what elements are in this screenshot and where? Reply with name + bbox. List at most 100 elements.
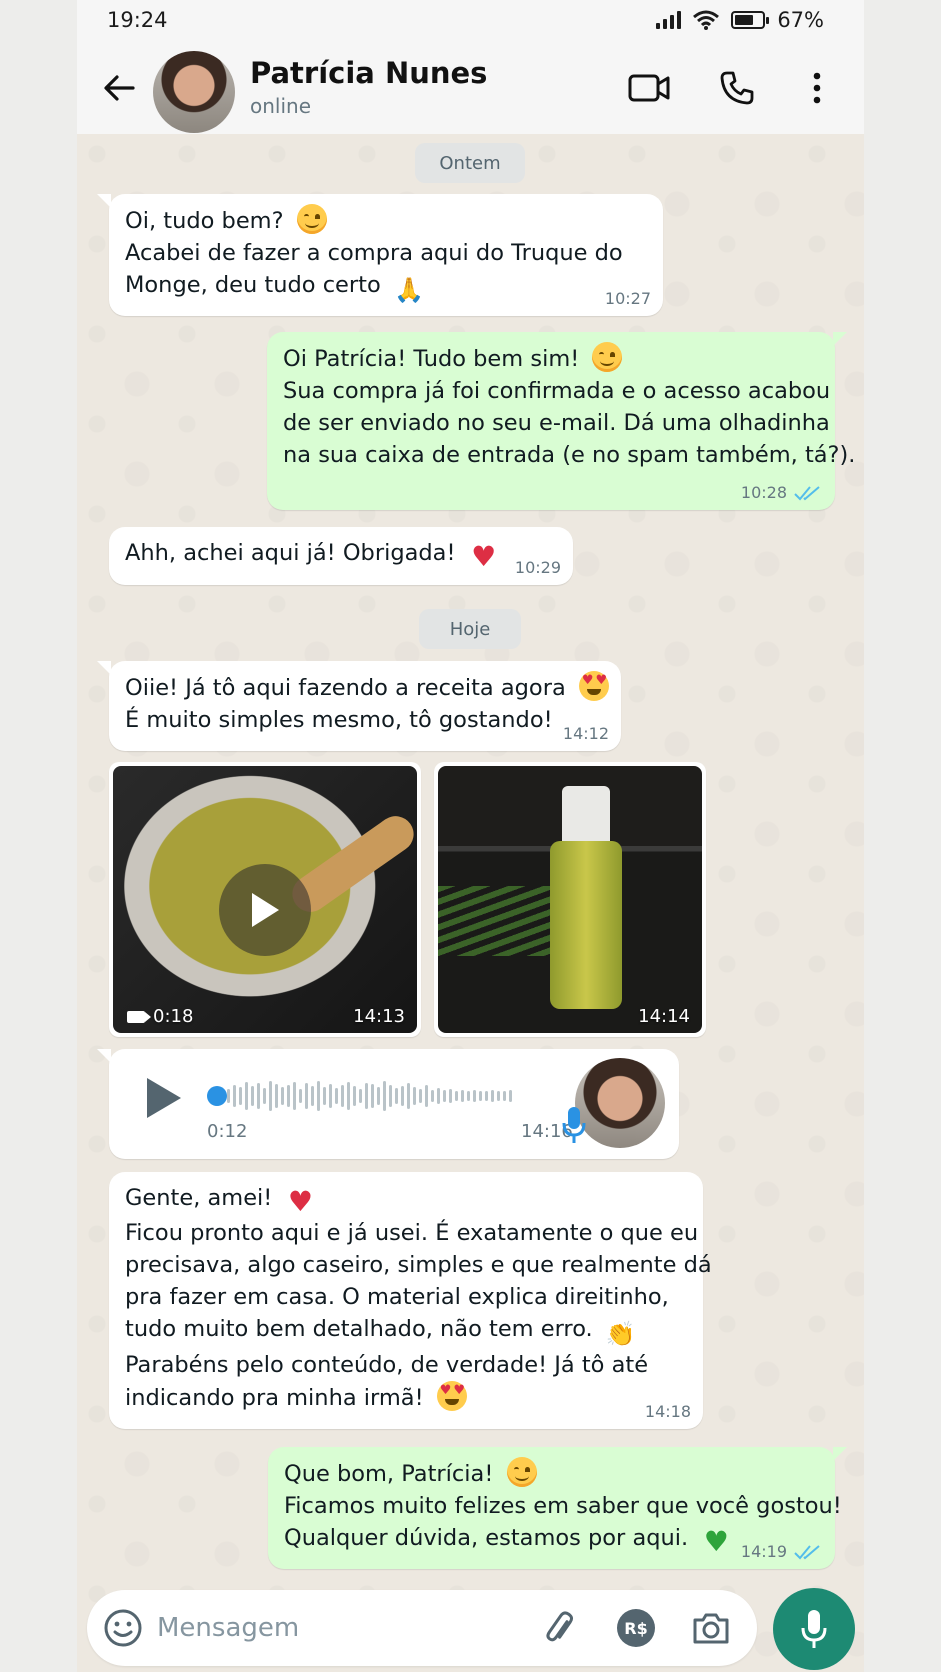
emoji-icon[interactable] bbox=[103, 1608, 143, 1648]
waveform-bar bbox=[353, 1086, 356, 1106]
message-text: de ser enviado no seu e-mail. Dá uma olh… bbox=[283, 410, 830, 436]
waveform-bar bbox=[497, 1091, 500, 1101]
waveform-bar bbox=[239, 1087, 242, 1105]
play-icon bbox=[252, 893, 279, 927]
heart-eyes-emoji-icon bbox=[578, 671, 609, 701]
message-text: Oi, tudo bem? bbox=[125, 208, 291, 234]
waveform-bar bbox=[377, 1087, 380, 1105]
waveform-bar bbox=[467, 1091, 470, 1101]
battery-icon bbox=[731, 11, 770, 29]
message-text: tudo muito bem detalhado, não tem erro. bbox=[125, 1316, 600, 1342]
clapping-hands-emoji-icon: 👏 bbox=[605, 1320, 636, 1348]
green-heart-emoji-icon: ♥ bbox=[703, 1525, 729, 1558]
message-composer: R$ bbox=[87, 1590, 757, 1666]
waveform-bar bbox=[455, 1091, 458, 1101]
waveform-bar bbox=[407, 1083, 410, 1109]
message-text: Oi Patrícia! Tudo bem sim! bbox=[283, 346, 587, 372]
video-duration: 0:18 bbox=[153, 1006, 194, 1027]
outgoing-message[interactable]: Oi Patrícia! Tudo bem sim! Sua compra já… bbox=[267, 332, 856, 510]
incoming-message[interactable]: Oi, tudo bem? Acabei de fazer a compra a… bbox=[97, 194, 663, 316]
waveform-bar bbox=[323, 1087, 326, 1105]
waveform-bar bbox=[509, 1090, 512, 1102]
battery-percent: 67% bbox=[777, 8, 824, 32]
waveform-bar bbox=[263, 1088, 266, 1104]
voice-message[interactable]: 0:12 14:16 bbox=[97, 1049, 679, 1159]
waveform-bar bbox=[491, 1090, 494, 1102]
back-arrow-icon[interactable] bbox=[99, 68, 139, 108]
waveform-bar bbox=[245, 1082, 248, 1110]
video-play-button[interactable] bbox=[219, 864, 311, 956]
status-bar: 19:24 67% bbox=[77, 0, 864, 42]
message-text: Qualquer dúvida, estamos por aqui. bbox=[284, 1525, 696, 1551]
message-time: 10:29 bbox=[514, 558, 561, 577]
mic-icon bbox=[562, 1107, 586, 1143]
waveform-bar bbox=[317, 1081, 320, 1111]
voice-play-button[interactable] bbox=[143, 1075, 183, 1121]
record-voice-button[interactable] bbox=[773, 1588, 855, 1670]
video-call-button[interactable] bbox=[625, 64, 673, 112]
waveform-bar bbox=[365, 1083, 368, 1109]
waveform-bar bbox=[449, 1089, 452, 1103]
message-text: precisava, algo caseiro, simples e que r… bbox=[125, 1252, 712, 1278]
waveform-bar bbox=[233, 1085, 236, 1107]
incoming-message[interactable]: Gente, amei! ♥ Ficou pronto aqui e já us… bbox=[109, 1172, 712, 1429]
waveform-bar bbox=[311, 1086, 314, 1106]
message-text: É muito simples mesmo, tô gostando! bbox=[125, 707, 553, 733]
video-message[interactable]: 0:18 14:13 bbox=[109, 762, 421, 1037]
spray-nozzle-shape bbox=[562, 786, 610, 846]
photo-message[interactable]: 14:14 bbox=[434, 762, 706, 1037]
video-camera-small-icon bbox=[127, 1010, 151, 1023]
waveform-bar bbox=[227, 1089, 230, 1103]
waveform-bar bbox=[419, 1089, 422, 1103]
waveform-bar bbox=[503, 1091, 506, 1101]
waveform-bar bbox=[287, 1085, 290, 1107]
waveform-bar bbox=[329, 1084, 332, 1108]
chat-screen: 19:24 67% Patrícia Nunes online Ontem Oi… bbox=[77, 0, 864, 1672]
rosemary-shape bbox=[438, 886, 558, 956]
waveform-bar bbox=[305, 1083, 308, 1109]
outgoing-message[interactable]: Que bom, Patrícia! Ficamos muito felizes… bbox=[268, 1447, 847, 1569]
smile-emoji-icon bbox=[506, 1457, 537, 1487]
heart-eyes-emoji-icon bbox=[436, 1381, 467, 1411]
message-time: 10:28 bbox=[740, 483, 787, 502]
payment-icon-label: R$ bbox=[624, 1618, 648, 1638]
waveform-bar bbox=[413, 1087, 416, 1105]
waveform-bar bbox=[281, 1087, 284, 1105]
waveform-bar bbox=[395, 1088, 398, 1104]
status-icons: 67% bbox=[656, 8, 824, 32]
waveform-bar bbox=[359, 1089, 362, 1103]
photo-thumbnail: 14:14 bbox=[438, 766, 702, 1033]
contact-avatar[interactable] bbox=[153, 51, 235, 133]
read-ticks-icon bbox=[794, 1545, 820, 1560]
contact-status: online bbox=[250, 94, 312, 118]
voice-call-button[interactable] bbox=[713, 64, 761, 112]
message-text: Ficou pronto aqui e já usei. É exatament… bbox=[125, 1220, 699, 1246]
contact-name[interactable]: Patrícia Nunes bbox=[250, 56, 487, 90]
waveform-bar bbox=[389, 1085, 392, 1107]
waveform-bar bbox=[299, 1089, 302, 1103]
red-heart-emoji-icon: ♥ bbox=[471, 540, 497, 573]
message-text: na sua caixa de entrada (e no spam també… bbox=[283, 442, 856, 468]
signal-icon bbox=[656, 11, 682, 29]
read-ticks-icon bbox=[794, 486, 820, 501]
incoming-message[interactable]: Oiie! Já tô aqui fazendo a receita agora… bbox=[97, 661, 621, 751]
paperclip-icon[interactable] bbox=[541, 1609, 579, 1647]
status-time: 19:24 bbox=[107, 8, 168, 32]
date-separator: Hoje bbox=[419, 609, 521, 649]
message-text: Gente, amei! bbox=[125, 1185, 280, 1211]
message-input[interactable] bbox=[157, 1608, 497, 1648]
waveform-bar bbox=[335, 1088, 338, 1104]
payment-button[interactable]: R$ bbox=[617, 1609, 655, 1647]
message-time: 14:14 bbox=[638, 1006, 690, 1027]
incoming-message[interactable]: Ahh, achei aqui já! Obrigada! ♥ 10:29 bbox=[109, 527, 573, 585]
spray-bottle-shape bbox=[550, 841, 622, 1009]
voice-waveform[interactable] bbox=[227, 1079, 527, 1113]
more-options-button[interactable] bbox=[793, 64, 841, 112]
message-text: Que bom, Patrícia! bbox=[284, 1461, 501, 1487]
camera-icon[interactable] bbox=[691, 1609, 731, 1647]
message-text: Ahh, achei aqui já! Obrigada! bbox=[125, 540, 463, 566]
date-separator: Ontem bbox=[415, 143, 525, 183]
phone-icon bbox=[720, 71, 754, 105]
voice-progress-handle[interactable] bbox=[207, 1086, 227, 1106]
message-text: Ficamos muito felizes em saber que você … bbox=[284, 1493, 842, 1519]
